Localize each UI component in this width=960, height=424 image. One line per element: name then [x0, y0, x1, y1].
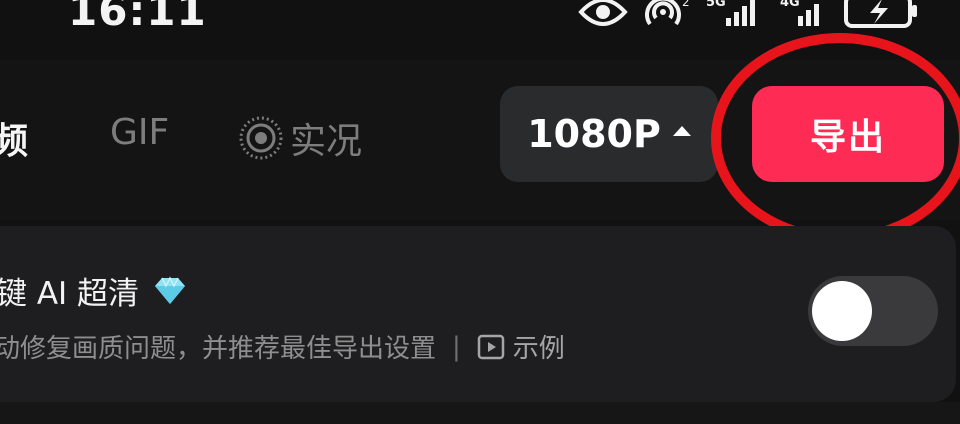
ai-hd-toggle[interactable]	[808, 276, 938, 346]
bottom-area	[0, 402, 960, 424]
network-5g-label: 5G	[706, 0, 726, 10]
tab-video[interactable]: 频	[0, 112, 28, 164]
hotspot-badge: 2	[682, 0, 690, 9]
play-example-icon	[477, 334, 505, 359]
ai-hd-title-text: 键 AI 超清	[0, 276, 140, 312]
resolution-button[interactable]: 1080P	[500, 86, 718, 182]
network-4g-label: 4G	[780, 0, 800, 10]
caret-up-icon	[672, 126, 691, 136]
diamond-icon	[153, 275, 187, 306]
separator: |	[452, 331, 461, 362]
ai-hd-title: 键 AI 超清	[0, 268, 187, 313]
hotspot-icon: 2	[642, 0, 692, 30]
eye-icon	[578, 0, 628, 30]
ai-hd-description-row: 动修复画质问题，并推荐最佳导出设置 | 示例	[0, 328, 565, 365]
toggle-knob	[812, 281, 872, 341]
tab-live-label: 实况	[290, 121, 363, 162]
live-photo-icon	[238, 115, 284, 161]
signal-5g-icon: 5G	[706, 0, 766, 30]
example-label: 示例	[512, 334, 565, 364]
signal-4g-icon: 4G	[780, 0, 830, 30]
tab-gif[interactable]: GIF	[110, 112, 169, 153]
resolution-label: 1080P	[527, 112, 661, 156]
clock-time: 16:11	[68, 0, 207, 35]
battery-charging-icon	[844, 0, 920, 30]
status-bar: 16:11 2 5G 4G	[0, 0, 960, 40]
export-label: 导出	[809, 117, 886, 158]
example-link[interactable]: 示例	[477, 328, 565, 365]
ai-hd-description: 动修复画质问题，并推荐最佳导出设置	[0, 334, 437, 364]
tab-live-photo[interactable]: 实况	[238, 112, 362, 164]
export-button[interactable]: 导出	[752, 86, 944, 182]
status-icons: 2 5G 4G	[578, 0, 920, 30]
